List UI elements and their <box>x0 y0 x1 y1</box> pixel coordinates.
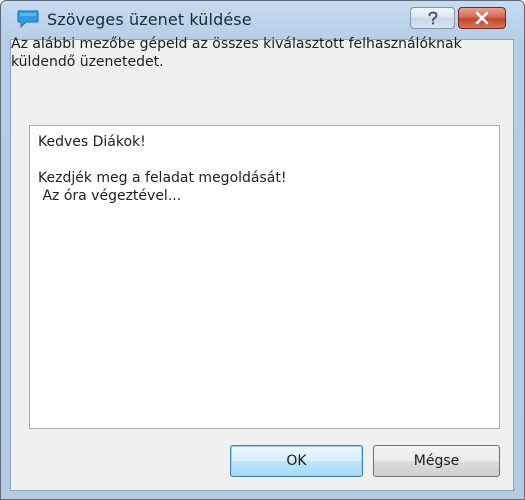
question-mark-icon <box>428 11 438 25</box>
dialog-window: Szöveges üzenet küldése Az alábbi mezőbe… <box>0 0 525 500</box>
help-button[interactable] <box>410 7 455 29</box>
close-button[interactable] <box>458 7 506 29</box>
speech-bubble-icon <box>17 10 39 29</box>
title-bar[interactable]: Szöveges üzenet küldése <box>1 1 524 39</box>
message-textarea[interactable]: Kedves Diákok! Kezdjék meg a feladat meg… <box>29 125 500 429</box>
ok-button[interactable]: OK <box>230 445 363 477</box>
instruction-text: Az alábbi mezőbe gépeld az összes kivála… <box>11 36 462 70</box>
close-icon <box>475 11 489 25</box>
cancel-button[interactable]: Mégse <box>373 445 500 477</box>
window-title: Szöveges üzenet küldése <box>47 10 252 29</box>
